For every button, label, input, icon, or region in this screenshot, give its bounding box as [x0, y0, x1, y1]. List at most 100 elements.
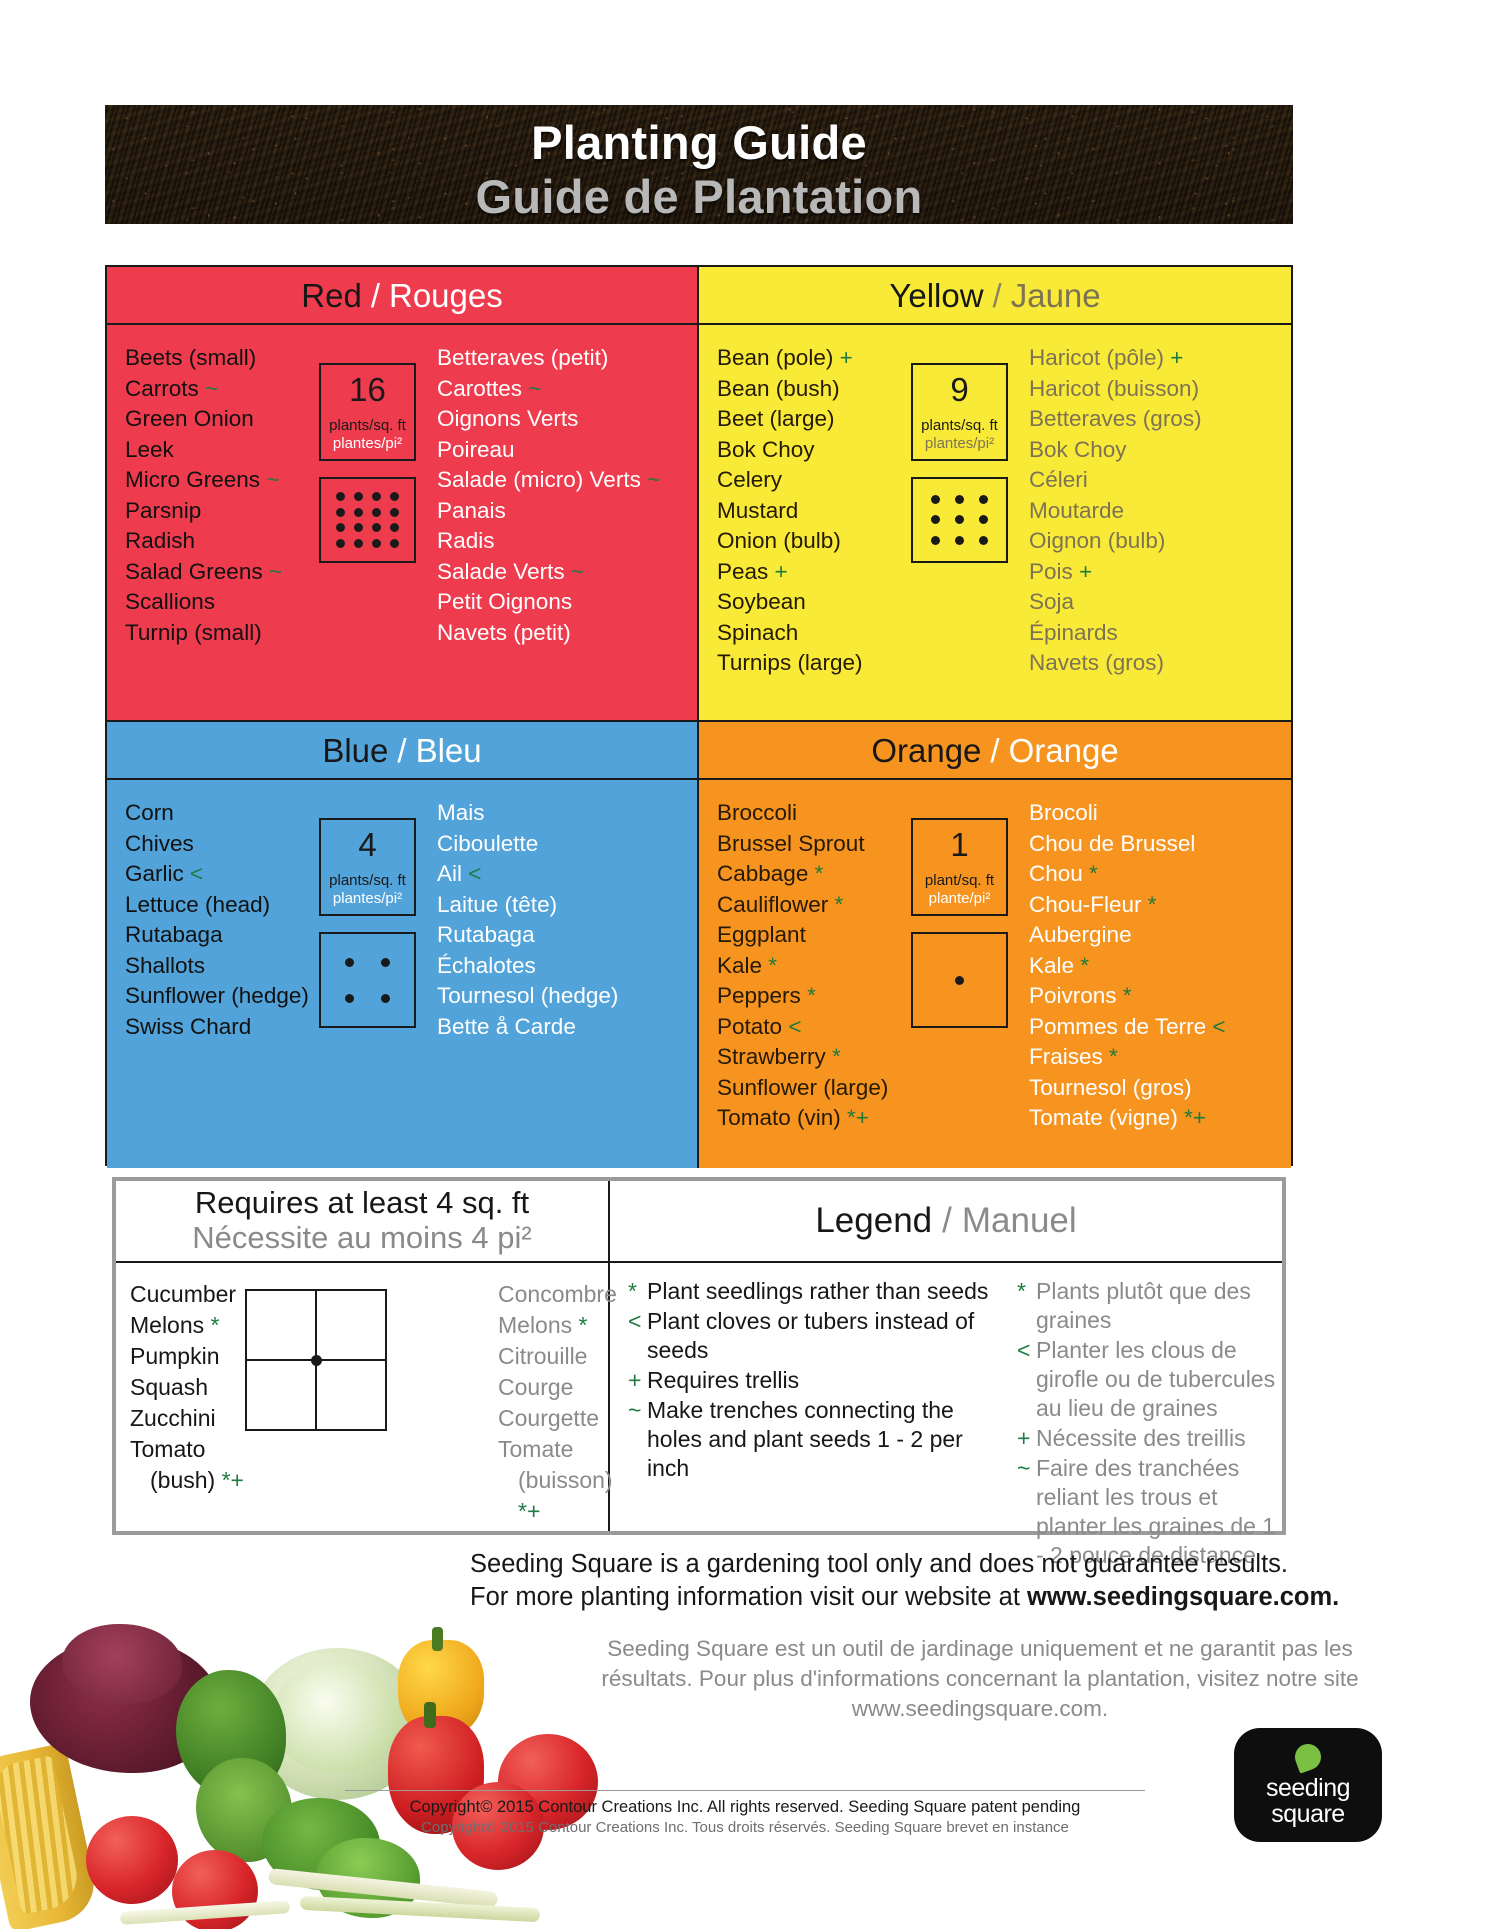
- spacing-dot: [381, 993, 391, 1003]
- panel-red-title-en: Red: [301, 276, 362, 314]
- legend-symbol: +: [839, 345, 853, 370]
- legend-item-text-en: Plant seedlings rather than seeds: [647, 1278, 989, 1304]
- panel-orange-title-fr: Orange: [1008, 731, 1119, 769]
- plant-item-fr: Échalotes: [437, 952, 536, 978]
- legend-item: < Planter les clous de girofle ou de tube…: [1017, 1336, 1282, 1423]
- plant-item-en: Carrots ~: [125, 375, 219, 401]
- density-number: 16: [349, 371, 386, 408]
- plant-item-fr: Bok Choy: [1029, 436, 1127, 462]
- plant-item-fr: Tournesol (hedge): [437, 983, 619, 1008]
- legend-symbol: *: [814, 861, 824, 886]
- plant-item-en: Cauliflower *: [717, 891, 844, 917]
- legend-item-symbol: ~: [628, 1397, 642, 1423]
- requires-4sqft-section: Requires at least 4 sq. ft Nécessite au …: [116, 1181, 617, 1531]
- legend-symbol: *+: [847, 1105, 869, 1130]
- legend-symbol: <: [468, 861, 482, 886]
- requires-header: Requires at least 4 sq. ft Nécessite au …: [116, 1181, 608, 1263]
- legend-title-fr: Manuel: [961, 1201, 1077, 1240]
- plant-item-en: Tomato (vin) *+: [717, 1105, 869, 1130]
- requires-item: Zucchini: [130, 1405, 216, 1431]
- plant-item-en: Micro Greens ~: [125, 467, 280, 492]
- legend-title-separator: /: [942, 1201, 952, 1240]
- legend-list-en: * Plant seedlings rather than seeds < Plant…: [628, 1277, 1003, 1571]
- panel-yellow-list-fr: Haricot (pôle) + Haricot (buisson) Bettera…: [1029, 343, 1202, 679]
- spacing-dot: [344, 957, 354, 967]
- spacing-dot: [335, 492, 345, 502]
- plant-item-en: Beet (large): [717, 406, 835, 431]
- plant-item-en: Parsnip: [125, 497, 202, 523]
- legend-symbol: +: [774, 558, 788, 584]
- legend-symbol: ~: [528, 375, 542, 401]
- plant-item-fr: Oignons Verts: [437, 406, 579, 431]
- plant-item-fr: Rutabaga: [437, 922, 535, 947]
- copyright-divider: [345, 1790, 1145, 1791]
- density-unit-fr: plantes/pi²: [332, 890, 403, 907]
- legend-item-symbol: <: [1017, 1337, 1031, 1363]
- legend-symbol: *: [807, 983, 816, 1008]
- bottom-info-box: Requires at least 4 sq. ft Nécessite au …: [112, 1177, 1286, 1568]
- plant-item-fr: Bette å Carde: [437, 1013, 576, 1039]
- plant-item-en: Lettuce (head): [125, 891, 271, 917]
- plant-item-en: Celery: [717, 467, 783, 492]
- spacing-dot: [353, 523, 363, 533]
- requires-list-en: Cucumber Melons * Pumpkin Squash Zucchini Tom…: [130, 1279, 244, 1496]
- spacing-dot: [335, 523, 345, 533]
- legend-item-symbol: *: [628, 1278, 637, 1304]
- legend-symbol: <: [788, 1013, 802, 1039]
- panel-red: Red / Rouges Beets (small) Carrots ~ Green On…: [107, 267, 699, 722]
- legend-symbol: *: [1109, 1044, 1118, 1069]
- requires-title-fr: Nécessite au moins 4 pi²: [192, 1219, 532, 1255]
- plant-item-fr: Chou *: [1029, 861, 1098, 886]
- legend-item-text-fr: Nécessite des treillis: [1036, 1425, 1246, 1451]
- plant-item-en: Scallions: [125, 589, 216, 614]
- panel-orange-density: 1 plant/sq. ft plante/pi²: [911, 818, 1008, 1028]
- plant-item-fr: Haricot (buisson): [1029, 375, 1200, 401]
- panel-orange-body: Broccoli Brussel Sprout Cabbage * Cauliflow…: [699, 780, 1291, 1168]
- requires-item: Melons *: [130, 1312, 220, 1338]
- requires-list-fr: Concombre Melons * Citrouille Courge Courget…: [498, 1279, 617, 1527]
- panel-blue-density: 4 plants/sq. ft plantes/pi²: [319, 818, 416, 1028]
- plant-item-fr: Poivrons *: [1029, 983, 1132, 1008]
- density-unit-fr: plantes/pi²: [924, 435, 995, 452]
- copyright-fr: Copyright© 2015 Contour Creations Inc. T…: [421, 1819, 1069, 1836]
- legend-item-symbol: +: [628, 1367, 642, 1393]
- panel-red-density: 16 plants/sq. ft plantes/pi²: [319, 363, 416, 563]
- density-number-box: 4 plants/sq. ft plantes/pi²: [319, 818, 416, 916]
- legend-symbol: +: [1079, 558, 1093, 584]
- plant-item-fr: Salade Verts ~: [437, 558, 584, 584]
- legend-symbol: *: [834, 891, 844, 917]
- spacing-dot: [979, 494, 989, 504]
- legend-symbol: *: [768, 952, 778, 978]
- requires-title-en: Requires at least 4 sq. ft: [194, 1185, 530, 1220]
- legend-symbol: <: [1212, 1013, 1226, 1039]
- panel-yellow: Yellow / Jaune Bean (pole) + Bean (bush) Beet…: [699, 267, 1291, 722]
- panel-blue-header: Blue / Bleu: [107, 722, 697, 780]
- plant-item-fr: Ail <: [437, 861, 482, 886]
- panel-orange: Orange / Orange Broccoli Brussel Sprout Cabba…: [699, 722, 1291, 1168]
- spacing-dot: [372, 538, 382, 548]
- legend-symbol: ~: [205, 375, 219, 401]
- legend-title-en: Legend: [815, 1201, 933, 1240]
- plant-item-en: Peppers *: [717, 983, 816, 1008]
- plant-item-en: Green Onion: [125, 406, 254, 431]
- spacing-dot: [353, 507, 363, 517]
- spacing-dots-box: [911, 932, 1008, 1028]
- footer-website-link[interactable]: www.seedingsquare.com.: [1027, 1583, 1339, 1611]
- spacing-dot: [344, 993, 354, 1003]
- legend-symbol: ~: [266, 467, 280, 492]
- spacing-dot: [390, 523, 400, 533]
- spacing-dot: [335, 538, 345, 548]
- panel-title-separator: /: [990, 731, 1000, 769]
- plant-item-fr: Soja: [1029, 589, 1075, 614]
- density-number-box: 16 plants/sq. ft plantes/pi²: [319, 363, 416, 461]
- plant-item-fr: Haricot (pôle) +: [1029, 345, 1184, 370]
- legend-item: < Plant cloves or tubers instead of seeds: [628, 1307, 1003, 1365]
- seeding-square-logo[interactable]: seeding square: [1234, 1728, 1382, 1842]
- legend-item-symbol: *: [1017, 1278, 1026, 1304]
- spacing-dot: [390, 492, 400, 502]
- plant-item-en: Bean (pole) +: [717, 345, 853, 370]
- plant-item-en: Chives: [125, 830, 194, 856]
- spacing-dot: [372, 523, 382, 533]
- legend-symbol: *: [1080, 952, 1090, 978]
- plant-item-fr: Pois +: [1029, 558, 1093, 584]
